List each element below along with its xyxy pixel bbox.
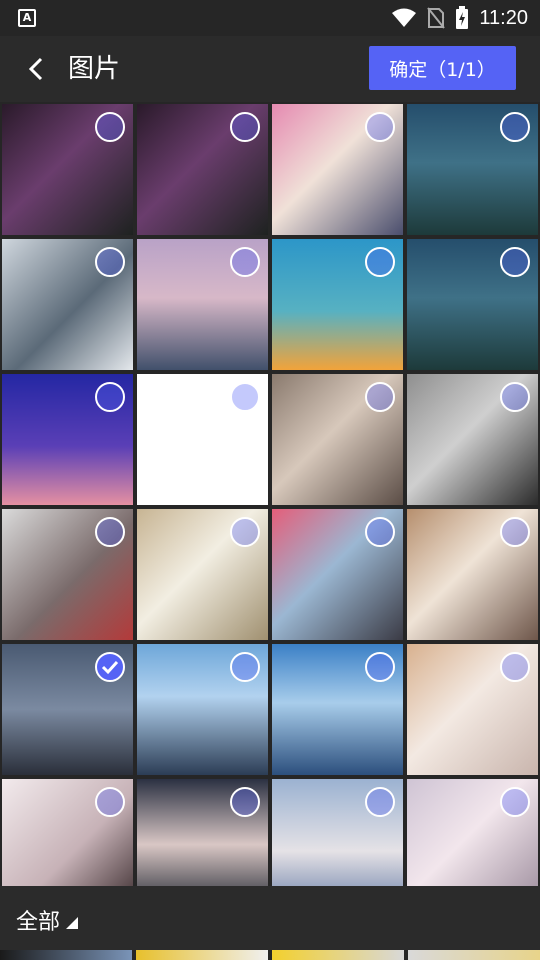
- status-bar: A 11:20: [0, 0, 540, 36]
- bottom-preview-strip: [0, 950, 540, 960]
- preview-thumbnail: [0, 950, 132, 960]
- photo-thumbnail[interactable]: [407, 104, 538, 235]
- preview-thumbnail: [136, 950, 268, 960]
- photo-thumbnail[interactable]: [137, 779, 268, 886]
- title-bar: 图片 确定（1/1）: [0, 36, 540, 102]
- photo-thumbnail[interactable]: [272, 509, 403, 640]
- select-circle-icon[interactable]: [365, 112, 395, 142]
- photo-grid: [0, 102, 540, 886]
- confirm-button[interactable]: 确定（1/1）: [369, 46, 516, 90]
- photo-thumbnail[interactable]: [2, 509, 133, 640]
- photo-thumbnail[interactable]: [407, 644, 538, 775]
- select-circle-icon[interactable]: [230, 247, 260, 277]
- photo-thumbnail[interactable]: [137, 239, 268, 370]
- photo-thumbnail[interactable]: [137, 374, 268, 505]
- select-circle-icon[interactable]: [365, 382, 395, 412]
- photo-thumbnail[interactable]: [137, 104, 268, 235]
- photo-thumbnail[interactable]: [2, 104, 133, 235]
- select-circle-icon[interactable]: [95, 517, 125, 547]
- photo-thumbnail[interactable]: [272, 374, 403, 505]
- select-circle-icon[interactable]: [95, 787, 125, 817]
- photo-thumbnail[interactable]: [407, 779, 538, 886]
- checked-circle-icon[interactable]: [95, 652, 125, 682]
- select-circle-icon[interactable]: [230, 112, 260, 142]
- album-selector[interactable]: 全部: [16, 904, 79, 936]
- battery-charging-icon: [456, 6, 469, 29]
- preview-thumbnail: [408, 950, 540, 960]
- photo-thumbnail[interactable]: [407, 374, 538, 505]
- select-circle-icon[interactable]: [230, 787, 260, 817]
- select-circle-icon[interactable]: [95, 382, 125, 412]
- select-circle-icon[interactable]: [500, 247, 530, 277]
- app-notification-icon: A: [18, 9, 36, 27]
- photo-thumbnail[interactable]: [272, 239, 403, 370]
- select-circle-icon[interactable]: [230, 652, 260, 682]
- photo-thumbnail[interactable]: [137, 644, 268, 775]
- clock: 11:20: [479, 6, 528, 29]
- chevron-left-icon: [28, 57, 43, 81]
- photo-thumbnail[interactable]: [2, 239, 133, 370]
- photo-thumbnail[interactable]: [272, 104, 403, 235]
- select-circle-icon[interactable]: [500, 787, 530, 817]
- page-title: 图片: [68, 54, 121, 84]
- select-circle-icon[interactable]: [365, 652, 395, 682]
- select-circle-icon[interactable]: [230, 517, 260, 547]
- dropdown-triangle-icon: [66, 917, 79, 929]
- wifi-icon: [392, 8, 417, 27]
- select-circle-icon[interactable]: [95, 112, 125, 142]
- select-circle-icon[interactable]: [365, 517, 395, 547]
- preview-thumbnail: [272, 950, 404, 960]
- photo-thumbnail[interactable]: [2, 374, 133, 505]
- bottom-bar: 全部: [0, 886, 540, 950]
- back-button[interactable]: [16, 49, 56, 89]
- no-sim-icon: [427, 7, 446, 29]
- album-label: 全部: [16, 910, 61, 935]
- photo-thumbnail[interactable]: [137, 509, 268, 640]
- select-circle-icon[interactable]: [230, 382, 260, 412]
- photo-thumbnail[interactable]: [272, 779, 403, 886]
- status-icons: 11:20: [391, 6, 528, 30]
- photo-thumbnail[interactable]: [2, 644, 133, 775]
- select-circle-icon[interactable]: [500, 112, 530, 142]
- select-circle-icon[interactable]: [500, 517, 530, 547]
- photo-thumbnail[interactable]: [407, 509, 538, 640]
- select-circle-icon[interactable]: [365, 247, 395, 277]
- select-circle-icon[interactable]: [365, 787, 395, 817]
- photo-thumbnail[interactable]: [272, 644, 403, 775]
- select-circle-icon[interactable]: [500, 652, 530, 682]
- photo-thumbnail[interactable]: [407, 239, 538, 370]
- photo-thumbnail[interactable]: [2, 779, 133, 886]
- select-circle-icon[interactable]: [500, 382, 530, 412]
- select-circle-icon[interactable]: [95, 247, 125, 277]
